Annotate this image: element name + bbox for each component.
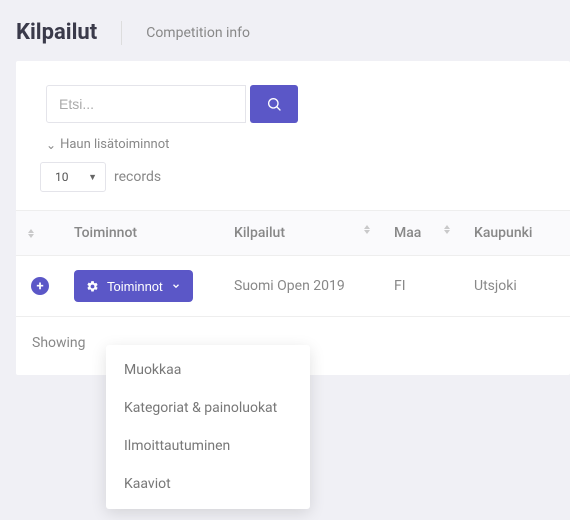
dropdown-item-registration[interactable]: Ilmoittautuminen [106, 427, 310, 465]
cell-country: FI [384, 256, 464, 317]
chevron-down-icon [171, 281, 181, 291]
records-select[interactable]: 10 ▼ [40, 162, 106, 192]
search-input[interactable] [46, 85, 246, 123]
competitions-table: Toiminnot Kilpailut Maa Kaupunki + [16, 210, 570, 317]
gear-icon [86, 280, 99, 293]
row-actions-button[interactable]: Toiminnot [74, 270, 193, 302]
row-actions-label: Toiminnot [107, 279, 163, 294]
column-competition[interactable]: Kilpailut [224, 211, 384, 256]
table-row: + Toiminnot Suomi Open 2019 FI Ut [16, 256, 570, 317]
advanced-search-label: Haun lisätoiminnot [60, 137, 169, 152]
records-row: 10 ▼ records [16, 162, 570, 210]
column-actions-label: Toiminnot [74, 225, 137, 241]
search-icon [266, 96, 282, 112]
dropdown-item-categories[interactable]: Kategoriat & painoluokat [106, 389, 310, 427]
records-value: 10 [55, 170, 69, 184]
advanced-search-toggle[interactable]: ⌄ Haun lisätoiminnot [16, 123, 169, 162]
header-divider [121, 21, 122, 45]
sort-icon [28, 229, 34, 238]
chevron-down-icon: ⌄ [46, 138, 56, 152]
column-city-label: Kaupunki [474, 225, 533, 241]
column-actions[interactable]: Toiminnot [64, 211, 224, 256]
cell-city: Utsjoki [464, 256, 570, 317]
search-button[interactable] [250, 85, 298, 123]
page-title: Kilpailut [16, 20, 97, 45]
actions-dropdown: Muokkaa Kategoriat & painoluokat Ilmoitt… [106, 345, 310, 509]
caret-down-icon: ▼ [88, 172, 97, 183]
dropdown-item-edit[interactable]: Muokkaa [106, 351, 310, 389]
cell-competition: Suomi Open 2019 [224, 256, 384, 317]
column-competition-label: Kilpailut [234, 225, 285, 241]
sort-icon [444, 225, 450, 234]
column-country-label: Maa [394, 225, 421, 241]
column-city[interactable]: Kaupunki [464, 211, 570, 256]
records-label: records [114, 169, 161, 185]
column-country[interactable]: Maa [384, 211, 464, 256]
search-row [16, 85, 570, 123]
sort-icon [364, 225, 370, 234]
page-subtitle: Competition info [146, 25, 250, 41]
page-header: Kilpailut Competition info [0, 0, 570, 61]
dropdown-item-charts[interactable]: Kaaviot [106, 465, 310, 503]
column-expand[interactable] [16, 211, 64, 256]
main-panel: ⌄ Haun lisätoiminnot 10 ▼ records Toimin… [16, 61, 570, 375]
expand-row-button[interactable]: + [31, 277, 49, 295]
